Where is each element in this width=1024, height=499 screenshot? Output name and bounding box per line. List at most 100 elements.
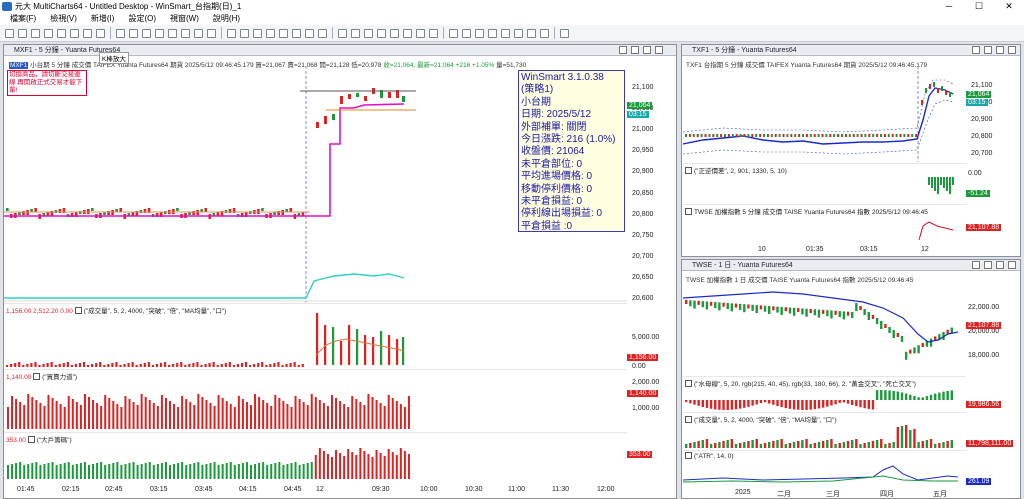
window-maximize-button[interactable]: [996, 261, 1004, 269]
toolbar-tool-icon[interactable]: [253, 28, 262, 38]
toolbar-tool-icon[interactable]: [129, 28, 138, 38]
toolbar-tool-icon[interactable]: [514, 28, 523, 38]
toolbar-tool-icon[interactable]: [377, 28, 386, 38]
txf-price-chart[interactable]: [683, 66, 966, 162]
toolbar-tool-icon[interactable]: [338, 28, 347, 38]
close-button[interactable]: ✕: [994, 0, 1024, 12]
jelly-bar: [938, 392, 941, 400]
toolbar-tool-icon[interactable]: [70, 28, 79, 38]
jelly-bar: [925, 396, 929, 400]
minimize-button[interactable]: ─: [934, 0, 964, 12]
window-maximize-button[interactable]: [643, 46, 651, 54]
window-close-button[interactable]: [1008, 46, 1016, 54]
time-tick-label: 04:45: [284, 486, 302, 493]
toolbar-tool-icon[interactable]: [449, 28, 458, 38]
menu-settings[interactable]: 設定(O): [128, 13, 156, 24]
toolbar-tool-icon[interactable]: [96, 28, 105, 38]
toolbar-tool-icon[interactable]: [194, 28, 203, 38]
toolbar-tool-icon[interactable]: [305, 28, 314, 38]
toolbar-tool-icon[interactable]: [501, 28, 510, 38]
volume-subchart[interactable]: [4, 303, 627, 369]
axis-tick-label: 21,100: [632, 84, 654, 91]
menu-window[interactable]: 視窗(W): [170, 13, 199, 24]
twse-candle: [909, 349, 912, 354]
toolbar-tool-icon[interactable]: [429, 28, 438, 38]
window-restore-button[interactable]: [984, 261, 992, 269]
toolbar-tool-icon[interactable]: [83, 28, 92, 38]
toolbar-tool-icon[interactable]: [221, 27, 222, 39]
toolbar-tool-icon[interactable]: [527, 28, 536, 38]
window-minimize-button[interactable]: [972, 46, 980, 54]
toolbar-tool-icon[interactable]: [475, 28, 484, 38]
jelly-bar: [738, 400, 742, 409]
maximize-button[interactable]: ☐: [964, 0, 994, 12]
buysell-bar: [104, 395, 107, 429]
twse-volume-bar: [896, 427, 900, 448]
txf-lower-band: [683, 99, 954, 155]
twse-volume-bar: [705, 439, 709, 448]
toolbar-tool-icon[interactable]: [44, 28, 53, 38]
twse-5min-subchart[interactable]: [683, 204, 966, 242]
toolbar-tool-icon[interactable]: [443, 27, 444, 39]
menu-view[interactable]: 檢視(V): [50, 13, 77, 24]
largeholder-subchart[interactable]: [4, 432, 627, 482]
toolbar-tool-icon[interactable]: [266, 28, 275, 38]
toolbar-tool-icon[interactable]: [57, 28, 66, 38]
toolbar-tool-icon[interactable]: [240, 28, 249, 38]
toolbar-tool-icon[interactable]: [318, 28, 327, 38]
toolbar-tool-icon[interactable]: [279, 28, 288, 38]
buysell-subchart[interactable]: [4, 369, 627, 431]
jelly-bar: [871, 400, 875, 410]
toolbar-tool-icon[interactable]: [227, 28, 236, 38]
menu-help[interactable]: 說明(H): [213, 13, 240, 24]
menu-file[interactable]: 檔案(F): [10, 13, 36, 24]
toolbar-tool-icon[interactable]: [5, 28, 14, 38]
window-minimize-button[interactable]: [972, 261, 980, 269]
buysell-bar: [241, 399, 244, 429]
txf-basis-subchart[interactable]: [683, 163, 966, 201]
window-minimize-button[interactable]: [619, 46, 627, 54]
window-restore-button[interactable]: [984, 46, 992, 54]
volume-bar: [316, 313, 319, 365]
window-close-button[interactable]: [655, 46, 663, 54]
toolbar-tool-icon[interactable]: [207, 28, 216, 38]
txf-candle: [802, 134, 804, 137]
largeholder-bar: [11, 464, 14, 479]
buysell-bar: [379, 403, 382, 429]
toolbar-tool-icon[interactable]: [332, 27, 333, 39]
toolbar-tool-icon[interactable]: [488, 28, 497, 38]
twse-volume-subchart[interactable]: [683, 412, 966, 450]
toolbar-tool-icon[interactable]: [403, 28, 412, 38]
toolbar-tool-icon[interactable]: [116, 28, 125, 38]
twse-daily-chart[interactable]: [683, 282, 966, 374]
toolbar-tool-icon[interactable]: [181, 28, 190, 38]
jelly-bar: [768, 400, 771, 404]
toolbar-tool-icon[interactable]: [142, 28, 151, 38]
axis-tick-label: 18,000.00: [968, 352, 1000, 359]
toolbar-tool-icon[interactable]: [364, 28, 373, 38]
toolbar-tool-icon[interactable]: [292, 28, 301, 38]
txf-candle: [915, 134, 918, 137]
toolbar-tool-icon[interactable]: [31, 28, 40, 38]
menu-insert[interactable]: 新增(I): [91, 13, 115, 24]
jelly-subchart[interactable]: [683, 376, 966, 410]
volume-bar: [139, 364, 142, 367]
toolbar-tool-icon[interactable]: [155, 28, 164, 38]
toolbar-tool-icon[interactable]: [416, 28, 425, 38]
toolbar-tool-icon[interactable]: [554, 27, 555, 39]
winsmart-info-line: 未平倉部位: 0: [521, 158, 583, 170]
window-maximize-button[interactable]: [996, 46, 1004, 54]
window-close-button[interactable]: [1008, 261, 1016, 269]
axis-tick-label: 20,800: [632, 210, 654, 218]
toolbar-tool-icon[interactable]: [351, 28, 360, 38]
toolbar-tool-icon[interactable]: [462, 28, 471, 38]
toolbar-tool-icon[interactable]: [168, 28, 177, 38]
toolbar-tool-icon[interactable]: [540, 28, 549, 38]
txf-candle: [755, 134, 758, 137]
atr-subchart[interactable]: [683, 450, 966, 486]
toolbar-tool-icon[interactable]: [390, 28, 399, 38]
toolbar-tool-icon[interactable]: [18, 28, 27, 38]
toolbar-tool-icon[interactable]: [110, 27, 111, 39]
toolbar-tool-icon[interactable]: [560, 28, 569, 38]
window-restore-button[interactable]: [631, 46, 639, 54]
